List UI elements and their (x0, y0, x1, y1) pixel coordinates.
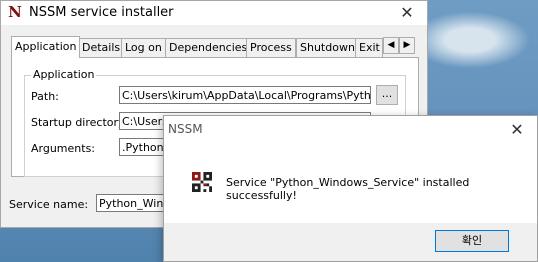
dialog-title: NSSM (168, 122, 203, 136)
dialog-close-icon[interactable]: ✕ (499, 119, 535, 141)
tab-dependencies[interactable]: Dependencies (165, 38, 252, 57)
tab-process[interactable]: Process (246, 38, 296, 57)
application-group-label: Application (31, 68, 97, 81)
arguments-label: Arguments: (31, 142, 96, 155)
startup-directory-label: Startup directory: (31, 116, 128, 129)
path-browse-button[interactable]: ... (376, 85, 398, 105)
tab-shutdown[interactable]: Shutdown (296, 38, 359, 57)
title-bar[interactable]: N NSSM service installer ✕ (1, 1, 427, 25)
ok-button[interactable]: 확인 (435, 230, 509, 252)
dialog-footer: 확인 (164, 223, 537, 261)
tab-exit[interactable]: Exit (355, 38, 383, 57)
dialog-message: Service "Python_Windows_Service" install… (226, 176, 470, 202)
close-icon[interactable]: ✕ (389, 2, 425, 24)
tab-strip: Application Details Log on Dependencies … (11, 36, 419, 58)
qr-code-icon (192, 172, 212, 192)
window-title: NSSM service installer (29, 5, 174, 20)
service-name-label: Service name: (9, 198, 89, 211)
tab-scroll-right-icon[interactable]: ▶ (399, 37, 415, 54)
dialog-body: Service "Python_Windows_Service" install… (164, 144, 537, 224)
nssm-success-dialog: NSSM ✕ Service "Python_Windows_Service" … (163, 115, 538, 262)
path-input[interactable]: C:\Users\kirum\AppData\Local\Programs\Py… (119, 86, 371, 104)
path-label: Path: (31, 90, 59, 103)
tab-scroll-left-icon[interactable]: ◀ (383, 37, 399, 54)
tab-application[interactable]: Application (11, 36, 81, 58)
tab-details[interactable]: Details (78, 38, 125, 57)
dialog-title-bar[interactable]: NSSM ✕ (164, 116, 537, 144)
nssm-app-icon: N (8, 3, 22, 21)
tab-log-on[interactable]: Log on (121, 38, 166, 57)
